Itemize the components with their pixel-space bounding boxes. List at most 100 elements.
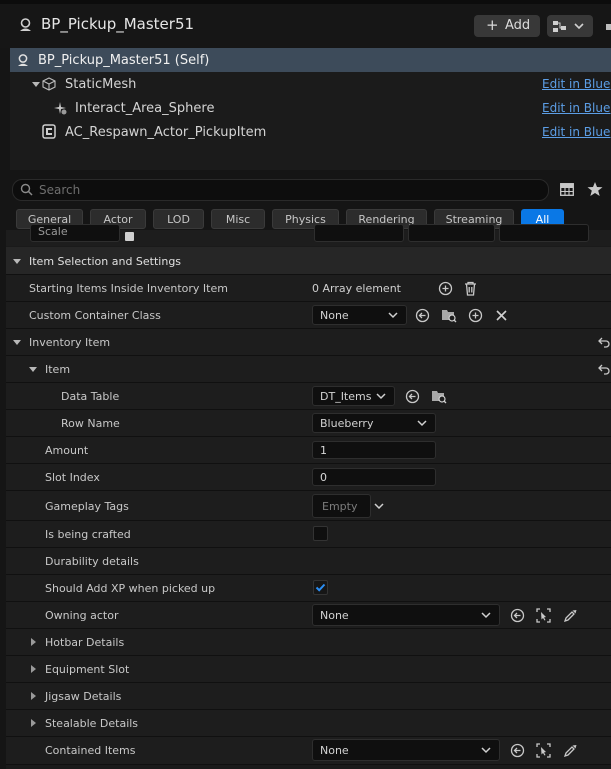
should-add-xp-checkbox[interactable] bbox=[313, 580, 328, 595]
property-stealable-details[interactable]: Stealable Details bbox=[6, 710, 611, 737]
cube-icon bbox=[42, 77, 56, 91]
expand-arrow-icon[interactable] bbox=[31, 638, 36, 646]
property-custom-container: Custom Container Class None bbox=[6, 302, 611, 329]
use-selected-icon[interactable] bbox=[415, 308, 430, 323]
hierarchy-options-button[interactable] bbox=[547, 15, 593, 37]
custom-container-dropdown[interactable]: None bbox=[312, 305, 407, 325]
property-item[interactable]: Item bbox=[6, 356, 611, 383]
expand-arrow-icon[interactable] bbox=[31, 665, 36, 673]
collapse-arrow-icon[interactable] bbox=[13, 259, 21, 264]
expand-arrow-icon[interactable] bbox=[32, 82, 40, 87]
property-is-being-crafted: Is being crafted bbox=[6, 521, 611, 548]
input-value: 0 bbox=[320, 471, 327, 484]
slot-index-input[interactable]: 0 bbox=[312, 468, 436, 486]
browse-icon[interactable] bbox=[431, 388, 447, 404]
sphere-collision-icon bbox=[54, 102, 67, 115]
property-label: Custom Container Class bbox=[29, 309, 161, 322]
use-selected-icon[interactable] bbox=[510, 608, 525, 623]
amount-input[interactable]: 1 bbox=[312, 441, 436, 459]
tree-item-respawn-component[interactable]: AC_Respawn_Actor_PickupItem Edit in Blue… bbox=[10, 120, 611, 144]
is-being-crafted-checkbox[interactable] bbox=[313, 526, 328, 541]
expand-arrow-icon[interactable] bbox=[31, 692, 36, 700]
contained-items-dropdown[interactable]: None bbox=[312, 739, 500, 761]
property-label: Inventory Item bbox=[29, 336, 111, 349]
input-value: 1 bbox=[320, 444, 327, 457]
trash-icon[interactable] bbox=[464, 281, 477, 296]
property-label: Data Table bbox=[61, 390, 120, 403]
dropdown-value: Blueberry bbox=[320, 417, 374, 430]
tab-lod[interactable]: LOD bbox=[153, 209, 204, 229]
browse-icon[interactable] bbox=[441, 307, 457, 323]
actor-component-icon bbox=[42, 124, 56, 139]
property-equipment-slot[interactable]: Equipment Slot bbox=[6, 656, 611, 683]
property-label: Contained Items bbox=[45, 744, 136, 757]
property-inventory-item[interactable]: Inventory Item bbox=[6, 329, 611, 356]
add-component-button[interactable]: + Add bbox=[474, 15, 540, 37]
row-name-dropdown[interactable]: Blueberry bbox=[312, 413, 436, 433]
dropdown-value: None bbox=[320, 309, 349, 322]
property-hotbar-details[interactable]: Hotbar Details bbox=[6, 629, 611, 656]
cut-off-transform-row: Scale bbox=[6, 224, 611, 246]
property-label: Durability details bbox=[45, 555, 139, 568]
collapse-arrow-icon[interactable] bbox=[13, 340, 21, 345]
gameplay-tags-button[interactable]: Empty bbox=[312, 494, 371, 518]
edit-in-blueprint-link[interactable]: Edit in Blueprint bbox=[542, 101, 611, 115]
scale-x-field[interactable] bbox=[314, 224, 404, 242]
data-table-dropdown[interactable]: DT_Items bbox=[312, 386, 395, 406]
property-label: Item bbox=[45, 363, 71, 376]
edit-in-blueprint-link[interactable]: Edit in Blueprint bbox=[542, 125, 611, 139]
reset-to-default-icon[interactable] bbox=[598, 337, 610, 348]
property-label: Equipment Slot bbox=[45, 663, 130, 676]
details-search[interactable] bbox=[12, 179, 549, 201]
chevron-down-icon[interactable] bbox=[374, 502, 384, 510]
blueprint-title: BP_Pickup_Master51 bbox=[41, 15, 195, 33]
expand-arrow-icon[interactable] bbox=[31, 719, 36, 727]
property-durability: Durability details bbox=[6, 548, 611, 575]
search-icon bbox=[20, 183, 33, 196]
scale-y-field[interactable] bbox=[408, 224, 495, 242]
edit-in-blueprint-link[interactable]: Edit in Blueprint bbox=[542, 77, 611, 91]
add-button-label: Add bbox=[505, 18, 531, 33]
property-label: Starting Items Inside Inventory Item bbox=[29, 282, 228, 295]
chevron-down-icon bbox=[388, 312, 398, 319]
eyedropper-icon[interactable] bbox=[563, 608, 578, 623]
scale-dropdown[interactable]: Scale bbox=[30, 224, 120, 242]
plus-icon: + bbox=[486, 16, 499, 34]
property-label: Owning actor bbox=[45, 609, 119, 622]
property-label: Jigsaw Details bbox=[45, 690, 122, 703]
dropdown-value: None bbox=[320, 609, 349, 622]
tree-item-interact-sphere[interactable]: Interact_Area_Sphere Edit in Blueprint bbox=[10, 96, 611, 120]
add-element-icon[interactable] bbox=[438, 281, 453, 296]
property-data-table: Data Table DT_Items bbox=[6, 383, 611, 410]
hierarchy-icon bbox=[553, 21, 584, 32]
use-selected-icon[interactable] bbox=[510, 743, 525, 758]
favorites-star-icon[interactable] bbox=[587, 181, 603, 197]
property-starting-items: Starting Items Inside Inventory Item 0 A… bbox=[6, 275, 611, 302]
add-icon[interactable] bbox=[468, 308, 483, 323]
clear-icon[interactable] bbox=[495, 309, 508, 322]
owning-actor-dropdown[interactable]: None bbox=[312, 604, 500, 626]
property-slot-index: Slot Index 0 bbox=[6, 464, 611, 491]
property-jigsaw-details[interactable]: Jigsaw Details bbox=[6, 683, 611, 710]
select-actor-icon[interactable] bbox=[536, 743, 551, 758]
lock-icon[interactable] bbox=[125, 232, 134, 241]
tree-item-label: StaticMesh bbox=[65, 77, 137, 92]
reset-to-default-icon[interactable] bbox=[598, 364, 610, 375]
eyedropper-icon[interactable] bbox=[563, 743, 578, 758]
category-item-selection[interactable]: Item Selection and Settings bbox=[6, 247, 611, 275]
scale-z-field[interactable] bbox=[499, 224, 589, 242]
collapse-arrow-icon[interactable] bbox=[29, 367, 37, 372]
tree-item-staticmesh[interactable]: StaticMesh Edit in Blueprint bbox=[10, 72, 611, 96]
property-label: Amount bbox=[45, 444, 89, 457]
tree-item-self[interactable]: BP_Pickup_Master51 (Self) bbox=[10, 48, 611, 72]
property-label: Should Add XP when picked up bbox=[45, 582, 216, 595]
search-input[interactable] bbox=[39, 181, 529, 199]
tree-item-label: AC_Respawn_Actor_PickupItem bbox=[65, 125, 267, 140]
property-label: Is being crafted bbox=[45, 528, 131, 541]
property-owning-actor: Owning actor None bbox=[6, 602, 611, 629]
tab-misc[interactable]: Misc bbox=[211, 209, 265, 229]
select-actor-icon[interactable] bbox=[536, 608, 551, 623]
use-selected-icon[interactable] bbox=[405, 389, 420, 404]
property-gameplay-tags: Gameplay Tags Empty bbox=[6, 491, 611, 521]
property-matrix-icon[interactable] bbox=[560, 183, 574, 196]
